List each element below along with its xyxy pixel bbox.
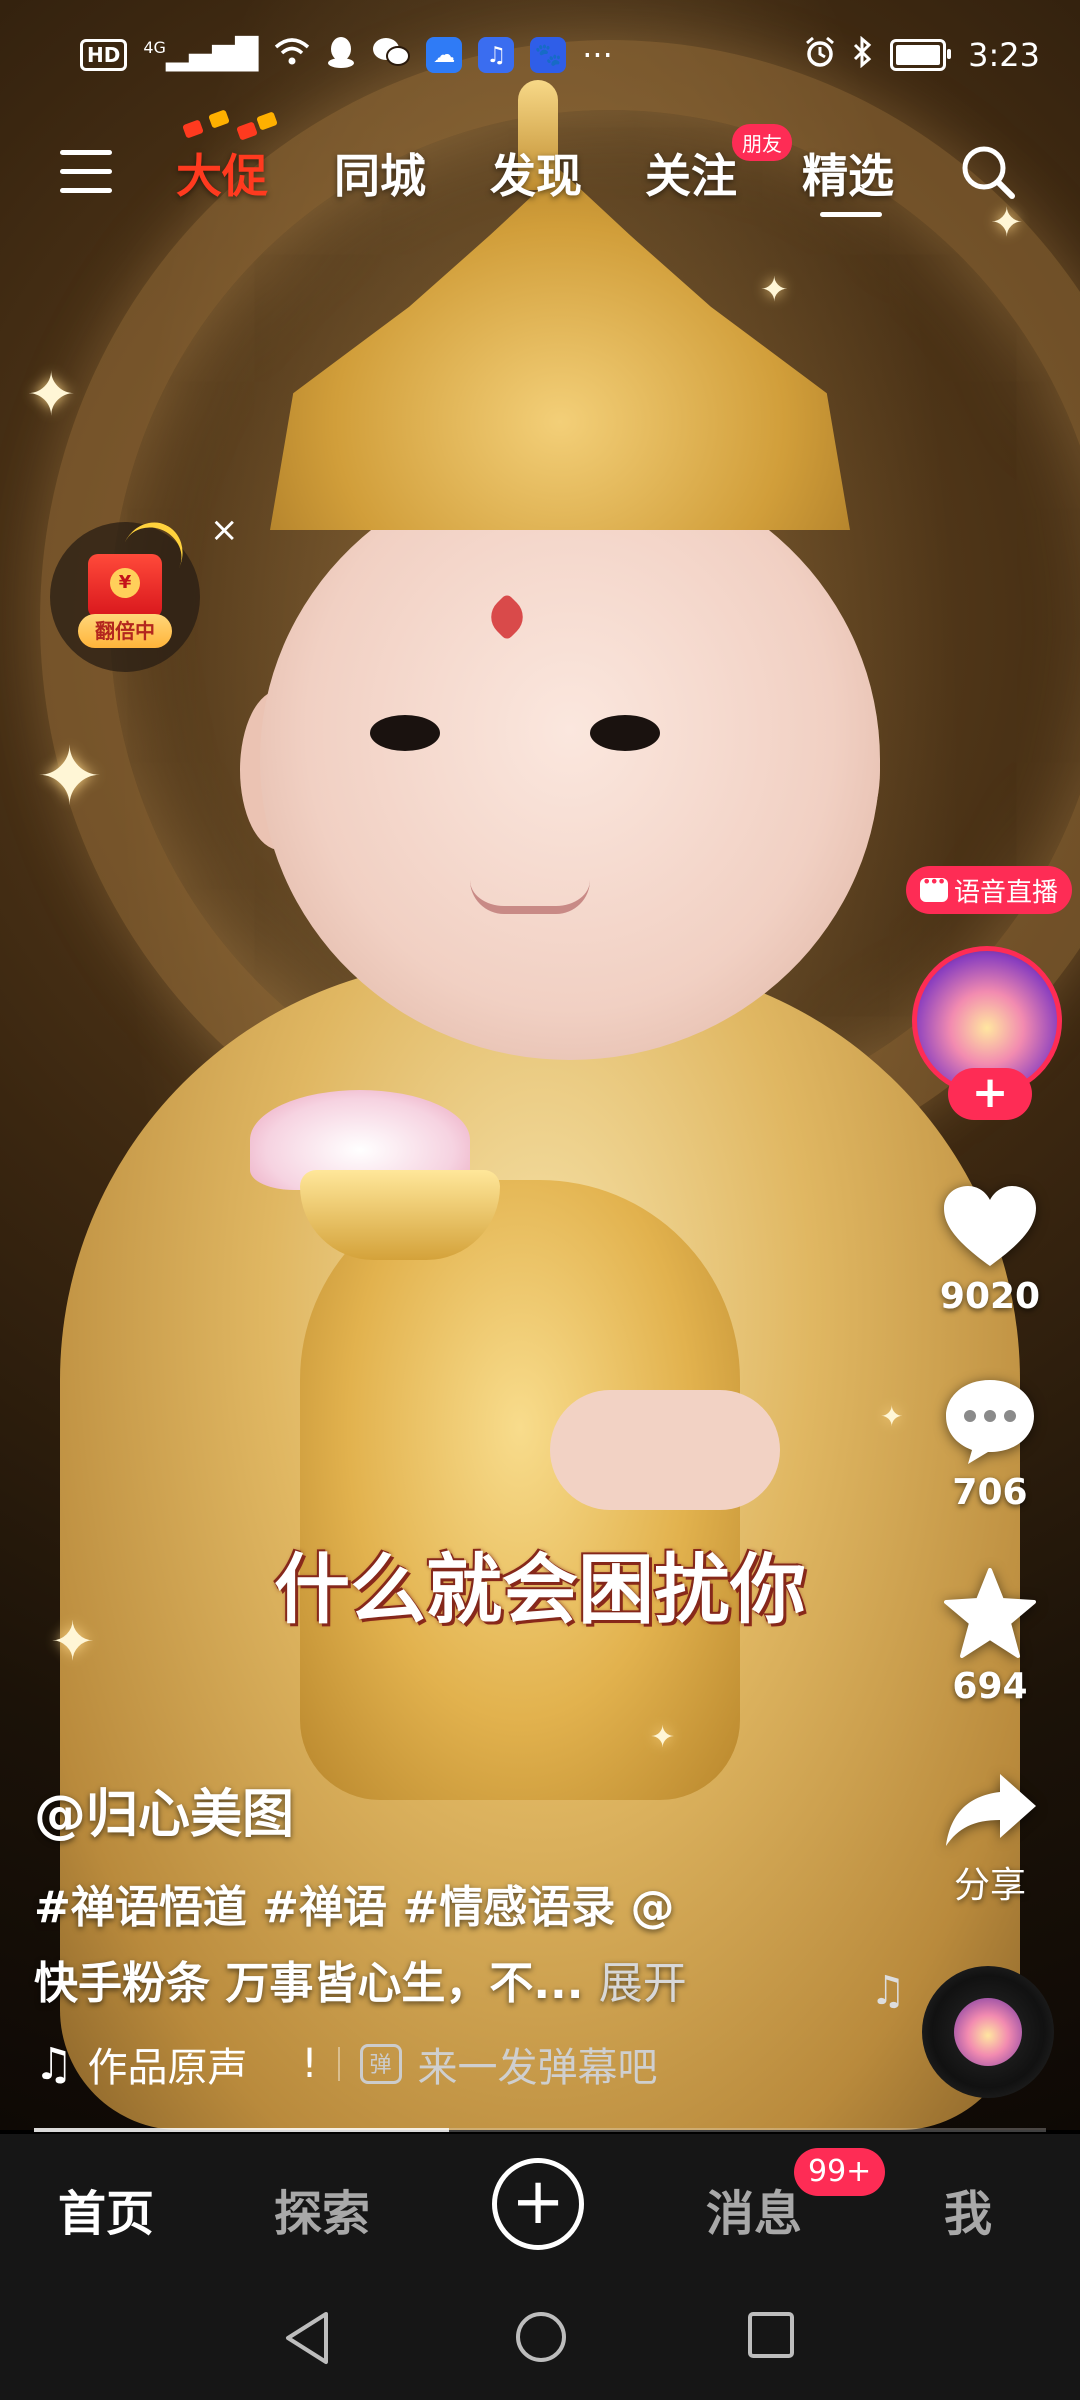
tab-following[interactable]: 关注: [645, 140, 737, 206]
music-disc[interactable]: [922, 1966, 1054, 2098]
like-button[interactable]: 9020: [930, 1184, 1050, 1317]
red-packet-label: 翻倍中: [78, 614, 172, 648]
active-tab-indicator: [820, 212, 882, 217]
system-nav-bar: [0, 2274, 1080, 2400]
description-line-2: 快手粉条 万事皆心生，不... 展开: [34, 1946, 794, 2022]
hd-indicator: HD: [80, 39, 128, 71]
signal-icon: 4G▂▄▆█: [143, 37, 259, 72]
divider: [337, 2047, 340, 2081]
buddha-head: [260, 460, 880, 1060]
clock: 3:23: [968, 36, 1040, 74]
like-count: 9020: [939, 1276, 1041, 1317]
favorite-count: 694: [952, 1666, 1028, 1707]
sound-label[interactable]: 作品原声: [87, 2035, 247, 2093]
meta-row: ♫ 作品原声 ! 弹 来一发弹幕吧: [34, 2034, 658, 2094]
buddha-hand: [550, 1390, 780, 1510]
video-subtitle: 什么就会困扰你: [274, 1545, 806, 1634]
tab-explore[interactable]: 探索: [274, 2174, 370, 2244]
share-label: 分享: [953, 1865, 1026, 1906]
wechat-icon: [372, 36, 411, 74]
eye-left: [370, 715, 440, 751]
mouth: [470, 880, 590, 914]
comment-button[interactable]: 706: [930, 1376, 1050, 1513]
description-line-1: #禅语悟道 #禅语 #情感语录 @: [34, 1882, 675, 1933]
tab-home[interactable]: 首页: [58, 2174, 154, 2244]
comment-count: 706: [952, 1472, 1028, 1513]
network-type: 4G: [143, 38, 166, 57]
qq-icon: [326, 35, 356, 75]
sparkle-icon: ✦: [760, 270, 789, 310]
tab-discover[interactable]: 发现: [490, 140, 582, 206]
status-bar: HD 4G▂▄▆█ ☁ ♫ 🐾 ··· 3:23: [0, 0, 1080, 110]
sparkle-icon: ✦: [26, 360, 77, 430]
bluetooth-icon: [852, 35, 874, 74]
status-left: HD 4G▂▄▆█ ☁ ♫ 🐾 ···: [80, 35, 613, 75]
sparkle-icon: ✦: [36, 730, 104, 823]
video-progress-fill: [34, 2128, 449, 2132]
danmu-input[interactable]: 来一发弹幕吧: [418, 2035, 658, 2093]
home-icon[interactable]: [514, 2310, 568, 2368]
kuaishou-video-screen: ✦ ✦ ✦ ✦ ✦ ✦ ✦ HD 4G▂▄▆█ ☁ ♫ 🐾 ··· 3:23 大…: [0, 0, 1080, 2400]
tab-messages[interactable]: 消息: [706, 2174, 802, 2244]
video-progress-bar[interactable]: [34, 2128, 1046, 2132]
battery-icon: [890, 39, 952, 71]
alarm-icon: [804, 36, 836, 74]
coin-icon: ¥: [110, 568, 140, 598]
menu-icon[interactable]: [60, 150, 112, 194]
tab-nearby[interactable]: 同城: [334, 140, 426, 206]
share-button[interactable]: 分享: [930, 1770, 1050, 1908]
bottom-tab-bar: 首页 探索 + 消息 99+ 我: [0, 2134, 1080, 2274]
baidu-app-icon: 🐾: [530, 37, 567, 73]
recent-apps-icon[interactable]: [746, 2310, 796, 2364]
voice-live-label: 语音直播: [954, 877, 1059, 908]
tab-me[interactable]: 我: [944, 2174, 992, 2244]
tab-featured[interactable]: 精选: [802, 140, 894, 206]
cloud-app-icon: ☁: [426, 37, 463, 73]
top-nav: 大促 同城 发现 关注 朋友 精选: [0, 109, 1080, 230]
follow-button[interactable]: +: [948, 1068, 1032, 1120]
red-packet-close-button[interactable]: ×: [210, 510, 239, 550]
author-name[interactable]: @归心美图: [34, 1772, 294, 1847]
wifi-icon: [274, 37, 310, 73]
voice-live-badge[interactable]: 语音直播: [906, 866, 1073, 914]
notice-mark: !: [301, 2041, 318, 2087]
music-app-icon: ♫: [478, 37, 515, 73]
video-description[interactable]: #禅语悟道 #禅语 #情感语录 @ 快手粉条 万事皆心生，不... 展开: [34, 1870, 794, 2022]
search-icon[interactable]: [958, 142, 1018, 202]
expand-button[interactable]: 展开: [599, 1958, 687, 2009]
chat-bubble-icon: [920, 872, 948, 902]
create-button[interactable]: +: [492, 2158, 584, 2250]
heart-icon: [944, 1186, 1036, 1266]
back-icon[interactable]: [282, 2310, 334, 2370]
music-note-icon: ♫: [34, 2038, 74, 2090]
description-text: 快手粉条 万事皆心生，不...: [34, 1958, 584, 2009]
sparkle-icon: ✦: [650, 1720, 676, 1755]
status-right: 3:23: [804, 35, 1040, 74]
sparkle-icon: ✦: [880, 1400, 904, 1433]
messages-badge: 99+: [794, 2148, 886, 2196]
lotus-bowl: [210, 1090, 510, 1260]
red-packet-widget[interactable]: ¥ 翻倍中: [50, 512, 200, 672]
tab-promo[interactable]: 大促: [176, 140, 268, 206]
music-note-icon: ♫: [870, 1968, 906, 2014]
comment-icon: [946, 1380, 1034, 1464]
eye-right: [590, 715, 660, 751]
music-disc-cover: [954, 1998, 1022, 2066]
share-arrow-icon: [946, 1774, 1036, 1846]
friend-badge: 朋友: [732, 124, 792, 161]
more-notifications: ···: [582, 36, 613, 74]
danmu-icon: 弹: [359, 2044, 402, 2084]
